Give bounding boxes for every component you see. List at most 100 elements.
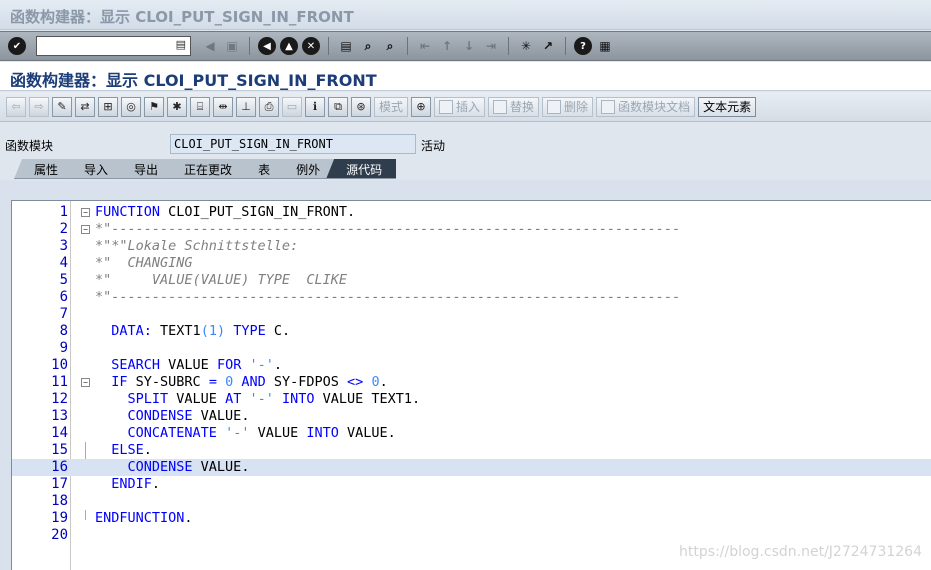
code-line[interactable]: 15 ELSE.	[12, 442, 931, 459]
code-line[interactable]: 3 *"*"Lokale Schnittstelle:	[12, 238, 931, 255]
window-icon[interactable]: ▭	[282, 96, 302, 117]
code-line[interactable]: 19 ENDFUNCTION.	[12, 510, 931, 527]
code-line[interactable]: 2 − *"------------------------------------…	[12, 221, 931, 238]
line-number: 17	[51, 476, 68, 492]
code-line[interactable]: 4 *" CHANGING	[12, 255, 931, 272]
print-icon[interactable]: ▤	[337, 37, 355, 55]
print-code-icon[interactable]: ⎙	[259, 96, 279, 117]
display-change-icon[interactable]: ✎	[52, 96, 72, 117]
code-token: =	[208, 374, 217, 390]
function-module-name-field[interactable]: CLOI_PUT_SIGN_IN_FRONT	[170, 134, 416, 154]
shortcut-icon[interactable]: ↗	[539, 37, 557, 55]
object-list-icon[interactable]: ⇹	[213, 96, 233, 117]
pattern-button[interactable]: 模式	[374, 96, 409, 117]
breakpoint-icon[interactable]: ⊕	[411, 96, 432, 117]
tab-source-code[interactable]: 源代码	[326, 159, 397, 179]
code-line[interactable]: 6 *"-------------------------------------…	[12, 289, 931, 306]
code-token: AND	[241, 374, 266, 390]
hierarchy-icon[interactable]: ⊥	[236, 96, 256, 117]
code-line[interactable]: 8 DATA: TEXT1(1) TYPE C.	[12, 323, 931, 340]
delete-button[interactable]: 删除	[542, 96, 594, 117]
fold-collapse-icon[interactable]: −	[81, 225, 90, 234]
last-page-icon[interactable]: ⇥	[482, 37, 500, 55]
tab-export[interactable]: 导出	[114, 159, 173, 179]
first-page-icon[interactable]: ⇤	[416, 37, 434, 55]
code-line[interactable]: 16 CONDENSE VALUE.	[12, 459, 931, 476]
back-nav-icon[interactable]: ⇦	[6, 96, 26, 117]
activate-icon[interactable]: ⚑	[144, 96, 164, 117]
where-used-icon[interactable]: ⌸	[190, 96, 210, 117]
tab-exceptions[interactable]: 例外	[276, 159, 335, 179]
code-line[interactable]: 14 CONCATENATE '-' VALUE INTO VALUE.	[12, 425, 931, 442]
help-icon[interactable]: ?	[574, 37, 592, 55]
watermark: https://blog.csdn.net/J2724731264	[679, 544, 922, 560]
text-elements-button[interactable]: 文本元素	[698, 96, 757, 117]
back-icon[interactable]: ◀	[258, 37, 276, 55]
code-token: ENDIF	[111, 476, 152, 492]
code-text: ELSE.	[95, 442, 152, 459]
forward-nav-icon[interactable]: ⇨	[29, 96, 49, 117]
line-number: 19	[51, 510, 68, 526]
pretty-printer-icon[interactable]: ⧉	[328, 96, 348, 117]
code-line[interactable]: 12 SPLIT VALUE AT '-' INTO VALUE TEXT1.	[12, 391, 931, 408]
enter-icon[interactable]: ✔	[8, 37, 26, 55]
info-icon[interactable]: ℹ	[305, 96, 325, 117]
code-line[interactable]: 11 − IF SY-SUBRC = 0 AND SY-FDPOS <> 0.	[12, 374, 931, 391]
code-line[interactable]: 9	[12, 340, 931, 357]
code-token: INTO	[306, 425, 339, 441]
customize-icon[interactable]: ▦	[596, 37, 614, 55]
tab-tables[interactable]: 表	[238, 159, 285, 179]
find-next-icon[interactable]: ⌕	[381, 37, 399, 55]
code-line[interactable]: 17 ENDIF.	[12, 476, 931, 493]
code-line[interactable]: 7	[12, 306, 931, 323]
enhance-icon[interactable]: ⊛	[351, 96, 371, 117]
command-history-icon[interactable]: ▤	[176, 38, 186, 51]
fm-documentation-button[interactable]: 函数模块文档	[596, 96, 696, 117]
toolbar-separator	[565, 37, 566, 55]
code-line[interactable]: 13 CONDENSE VALUE.	[12, 408, 931, 425]
tab-import[interactable]: 导入	[64, 159, 123, 179]
line-number: 7	[59, 306, 68, 322]
back-arrow-icon[interactable]: ◀	[201, 37, 219, 55]
code-token: .	[184, 510, 193, 526]
code-line[interactable]: 18	[12, 493, 931, 510]
code-token: *" CHANGING	[95, 255, 193, 271]
code-text: DATA: TEXT1(1) TYPE C.	[95, 323, 290, 340]
fold-collapse-icon[interactable]: −	[81, 208, 90, 217]
code-text: CONDENSE VALUE.	[95, 408, 250, 425]
find-icon[interactable]: ⌕	[359, 37, 377, 55]
code-line[interactable]: 1 − FUNCTION CLOI_PUT_SIGN_IN_FRONT.	[12, 204, 931, 221]
test-icon[interactable]: ✱	[167, 96, 187, 117]
replace-button[interactable]: 替换	[488, 96, 540, 117]
other-object-icon[interactable]: ⊞	[98, 96, 118, 117]
command-field[interactable]: ▤	[36, 36, 191, 56]
code-line[interactable]: 5 *" VALUE(VALUE) TYPE CLIKE	[12, 272, 931, 289]
code-lines: 1− FUNCTION CLOI_PUT_SIGN_IN_FRONT. 2− *"--…	[12, 204, 931, 544]
code-token: VALUE	[249, 425, 307, 441]
code-line[interactable]: 10 SEARCH VALUE FOR '-'.	[12, 357, 931, 374]
cancel-icon[interactable]: ✕	[302, 37, 320, 55]
prev-page-icon[interactable]: ↑	[438, 37, 456, 55]
fm-documentation-label: 函数模块文档	[618, 100, 691, 114]
fold-collapse-icon[interactable]: −	[81, 378, 90, 387]
active-inactive-icon[interactable]: ⇄	[75, 96, 95, 117]
code-editor[interactable]: 1− FUNCTION CLOI_PUT_SIGN_IN_FRONT. 2− *"--…	[11, 200, 931, 570]
check-icon[interactable]: ◎	[121, 96, 141, 117]
code-token: C.	[265, 323, 291, 339]
insert-button[interactable]: 插入	[434, 96, 486, 117]
exit-icon[interactable]: ▲	[280, 37, 298, 55]
code-line[interactable]: 20	[12, 527, 931, 544]
application-toolbar: ⇦ ⇨ ✎ ⇄ ⊞ ◎ ⚑ ✱ ⌸ ⇹ ⊥ ⎙ ▭ ℹ ⧉ ⊛ 模式 ⊕ 插入 …	[0, 92, 931, 122]
new-session-icon[interactable]: ✳	[517, 37, 535, 55]
code-token: IF	[111, 374, 128, 390]
code-text: *"--------------------------------------…	[95, 289, 680, 306]
tab-changing[interactable]: 正在更改	[164, 159, 247, 179]
save-icon[interactable]: ▣	[223, 37, 241, 55]
code-token: DATA:	[111, 323, 152, 339]
code-text: FUNCTION CLOI_PUT_SIGN_IN_FRONT.	[95, 204, 355, 221]
next-page-icon[interactable]: ↓	[460, 37, 478, 55]
tab-attributes[interactable]: 属性	[14, 159, 73, 179]
